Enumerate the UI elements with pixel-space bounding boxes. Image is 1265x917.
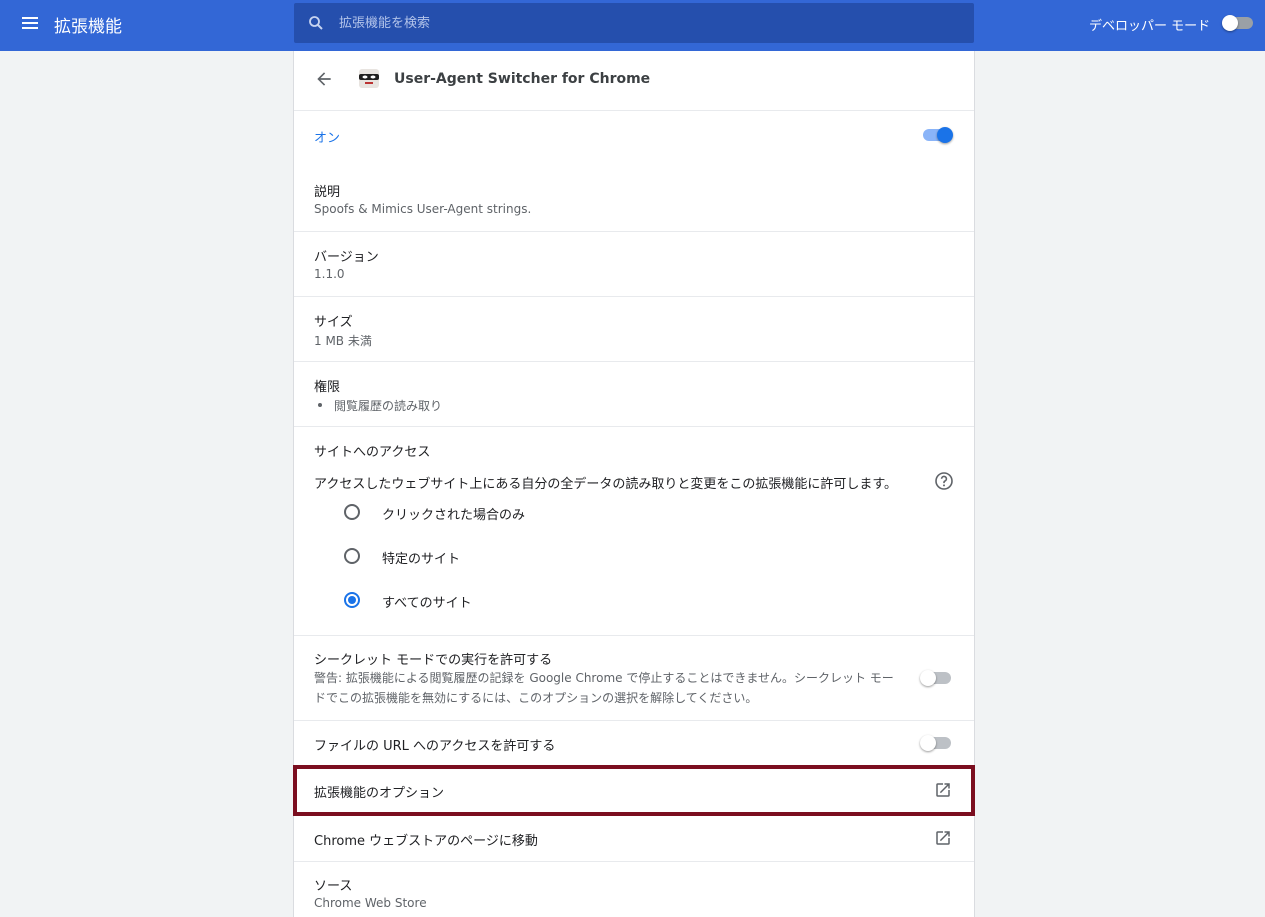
permissions-title: 権限 xyxy=(314,380,341,395)
file-url-section: ファイルの URL へのアクセスを許可する xyxy=(294,721,974,766)
open-in-new-icon xyxy=(936,831,950,845)
source-value: Chrome Web Store xyxy=(314,896,427,910)
file-url-title: ファイルの URL へのアクセスを許可する xyxy=(314,739,556,754)
site-access-title: サイトへのアクセス xyxy=(314,445,431,460)
search-icon xyxy=(309,16,323,30)
webstore-label: Chrome ウェブストアのページに移動 xyxy=(314,834,538,849)
menu-icon[interactable] xyxy=(20,13,42,35)
extension-options-label: 拡張機能のオプション xyxy=(314,786,445,801)
radio-label: クリックされた場合のみ xyxy=(382,508,526,523)
page-title: 拡張機能 xyxy=(54,17,122,37)
version-section: バージョン 1.1.0 xyxy=(294,232,974,297)
list-bullet xyxy=(318,403,322,407)
extension-details-card: User-Agent Switcher for Chrome オン 説明 Spo… xyxy=(293,51,975,917)
version-value: 1.1.0 xyxy=(314,267,345,281)
radio-button[interactable] xyxy=(344,504,360,520)
source-title: ソース xyxy=(314,879,353,894)
permission-item: 閲覧履歴の読み取り xyxy=(334,399,443,413)
size-value: 1 MB 未満 xyxy=(314,334,372,348)
size-section: サイズ 1 MB 未満 xyxy=(294,297,974,362)
incognito-toggle[interactable] xyxy=(920,668,954,688)
incognito-warning: 警告: 拡張機能による閲覧履歴の記録を Google Chrome で停止するこ… xyxy=(314,671,894,705)
radio-button-selected[interactable] xyxy=(344,592,360,608)
developer-mode-toggle[interactable] xyxy=(1222,13,1256,33)
description-section: 説明 Spoofs & Mimics User-Agent strings. xyxy=(294,169,974,232)
radio-label: すべてのサイト xyxy=(382,596,472,611)
radio-label: 特定のサイト xyxy=(382,552,461,567)
search-box[interactable] xyxy=(294,3,974,43)
help-icon[interactable] xyxy=(934,471,954,491)
site-access-option-on-click[interactable]: クリックされた場合のみ xyxy=(344,498,744,528)
site-access-description: アクセスしたウェブサイト上にある自分の全データの読み取りと変更をこの拡張機能に許… xyxy=(314,477,898,492)
description-title: 説明 xyxy=(314,185,341,200)
developer-mode-label: デベロッパー モード xyxy=(1089,19,1211,34)
permissions-section: 権限 閲覧履歴の読み取り xyxy=(294,362,974,427)
site-access-option-specific-sites[interactable]: 特定のサイト xyxy=(344,542,744,572)
enable-toggle[interactable] xyxy=(920,125,954,145)
radio-button[interactable] xyxy=(344,548,360,564)
back-arrow-icon[interactable] xyxy=(314,69,334,89)
extension-mask-icon xyxy=(359,69,379,88)
open-in-new-icon xyxy=(936,783,950,797)
extension-name: User-Agent Switcher for Chrome xyxy=(394,71,651,87)
file-url-toggle[interactable] xyxy=(920,733,954,753)
search-input[interactable] xyxy=(339,3,959,43)
incognito-title: シークレット モードでの実行を許可する xyxy=(314,653,553,668)
site-access-section: サイトへのアクセス アクセスしたウェブサイト上にある自分の全データの読み取りと変… xyxy=(294,427,974,636)
detail-header: User-Agent Switcher for Chrome xyxy=(294,51,974,111)
version-title: バージョン xyxy=(314,250,379,265)
enabled-label: オン xyxy=(314,131,341,146)
webstore-link[interactable]: Chrome ウェブストアのページに移動 xyxy=(294,814,974,862)
source-section: ソース Chrome Web Store xyxy=(294,862,974,917)
extension-options-link[interactable]: 拡張機能のオプション xyxy=(294,766,974,814)
site-access-option-all-sites[interactable]: すべてのサイト xyxy=(344,586,744,616)
size-title: サイズ xyxy=(314,315,353,330)
top-bar: 拡張機能 デベロッパー モード xyxy=(0,0,1265,51)
description-text: Spoofs & Mimics User-Agent strings. xyxy=(314,202,532,216)
